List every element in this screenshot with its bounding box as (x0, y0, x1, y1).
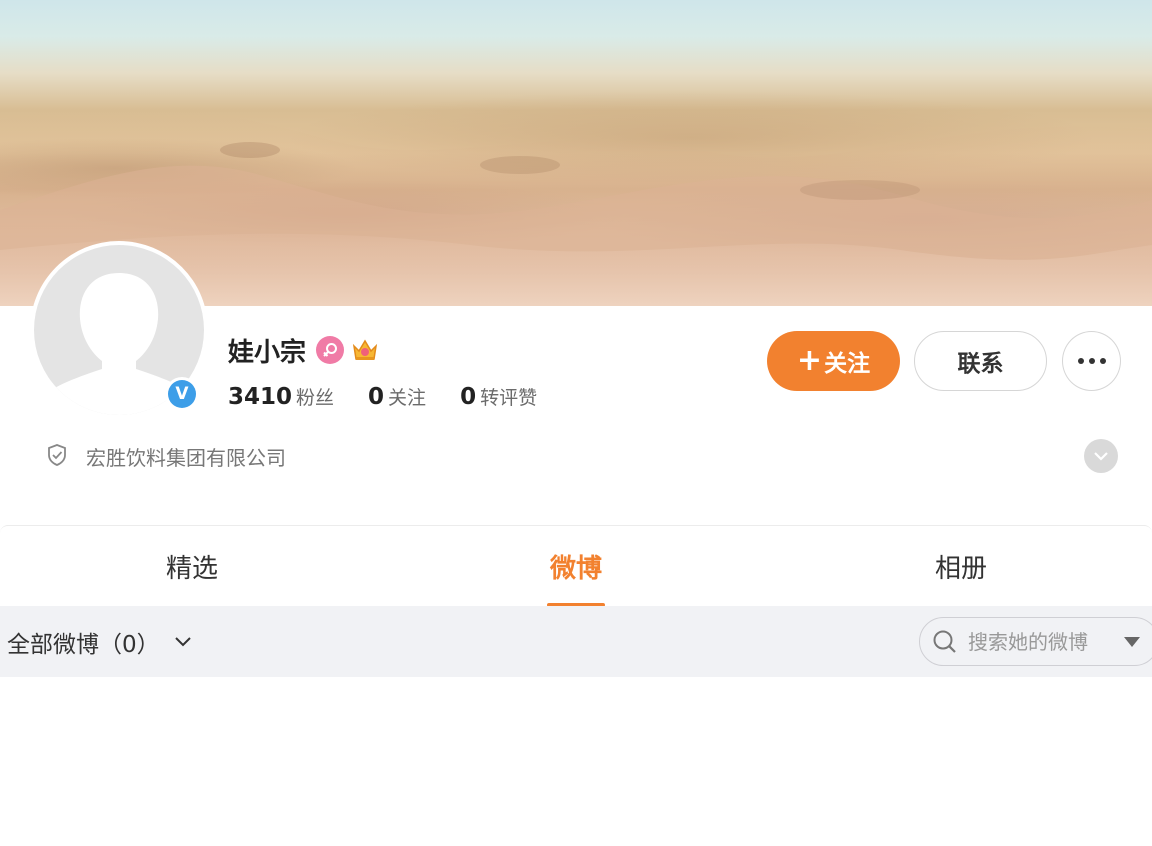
filter-label: 全部微博（0） (7, 631, 160, 658)
stat-reposts-comments-likes[interactable]: 0 转评赞 (460, 383, 537, 410)
tab-featured[interactable]: 精选 (92, 526, 292, 607)
profile-stats: 3410 粉丝 0 关注 0 转评赞 (228, 383, 571, 410)
stat-label: 关注 (388, 387, 427, 409)
crown-icon[interactable] (350, 335, 380, 365)
weibo-feed-empty (0, 677, 1152, 846)
chevron-down-icon (174, 636, 192, 648)
profile-tabs: 精选 微博 相册 (0, 525, 1152, 607)
stat-value: 3410 (228, 384, 293, 410)
search-input[interactable] (968, 629, 1108, 654)
plus-icon: + (796, 343, 823, 378)
shield-check-icon (46, 443, 68, 471)
verified-badge: V (165, 377, 199, 411)
tab-weibo[interactable]: 微博 (476, 526, 676, 607)
profile-name: 娃小宗 (228, 337, 307, 368)
stat-value: 0 (368, 384, 385, 410)
filter-dropdown[interactable]: 全部微博（0） (7, 606, 192, 677)
stat-label: 转评赞 (480, 387, 538, 409)
profile-name-row: 娃小宗 (228, 332, 380, 368)
stat-label: 粉丝 (296, 387, 335, 409)
expand-chevron-icon[interactable] (1084, 439, 1118, 473)
company-name: 宏胜饮料集团有限公司 (86, 446, 286, 470)
search-icon (932, 629, 958, 655)
contact-button[interactable]: 联系 (914, 331, 1047, 391)
more-dots-icon[interactable] (1062, 331, 1121, 391)
verified-v-icon: V (168, 380, 196, 408)
search-box[interactable] (919, 617, 1152, 666)
follow-button[interactable]: + 关注 (767, 331, 900, 391)
female-icon (316, 336, 345, 364)
tab-album[interactable]: 相册 (861, 526, 1061, 607)
weibo-filter-bar: 全部微博（0） (0, 606, 1152, 677)
stat-following[interactable]: 0 关注 (368, 383, 426, 410)
caret-down-icon[interactable] (1124, 637, 1140, 647)
follow-button-label: 关注 (824, 351, 871, 377)
stat-value: 0 (460, 384, 477, 410)
stat-followers[interactable]: 3410 粉丝 (228, 383, 334, 410)
company-info: 宏胜饮料集团有限公司 (46, 442, 286, 471)
